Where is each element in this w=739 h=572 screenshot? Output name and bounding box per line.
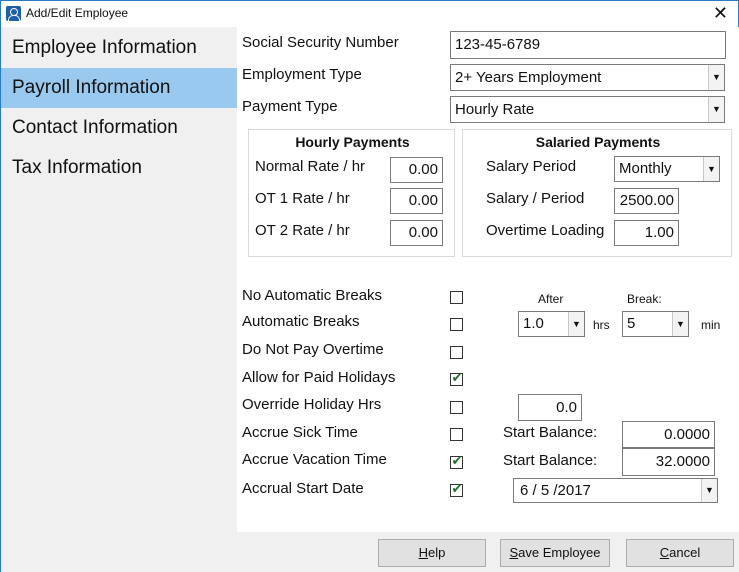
salaried-payments-title: Salaried Payments bbox=[535, 134, 661, 150]
payment-type-label: Payment Type bbox=[242, 98, 338, 115]
help-button[interactable]: Help bbox=[378, 539, 486, 567]
accrual-start-date-value: 6 / 5 /2017 bbox=[520, 482, 591, 499]
sidebar: Employee Information Payroll Information… bbox=[1, 27, 237, 572]
after-label: After bbox=[538, 292, 564, 306]
check-icon: ✔ bbox=[451, 453, 463, 468]
save-button-mnemonic: S bbox=[509, 545, 519, 560]
chevron-down-icon[interactable]: ▼ bbox=[708, 65, 724, 90]
add-edit-employee-window: Add/Edit Employee ✕ Employee Information… bbox=[0, 0, 739, 572]
override-holiday-hrs-checkbox[interactable] bbox=[450, 401, 463, 414]
break-after-value: 1.0 bbox=[523, 315, 544, 332]
check-icon: ✔ bbox=[451, 370, 463, 385]
salary-per-period-label: Salary / Period bbox=[486, 190, 585, 207]
vacation-start-balance-label: Start Balance: bbox=[503, 452, 598, 469]
hrs-label: hrs bbox=[593, 318, 610, 332]
ot2-rate-label: OT 2 Rate / hr bbox=[255, 222, 350, 239]
payment-type-value: Hourly Rate bbox=[455, 101, 535, 118]
accrual-start-date-picker[interactable]: 6 / 5 /2017 ▼ bbox=[513, 478, 718, 503]
title-bar: Add/Edit Employee ✕ bbox=[1, 1, 738, 27]
sick-start-balance-label: Start Balance: bbox=[503, 424, 598, 441]
save-employee-button[interactable]: Save Employee bbox=[500, 539, 610, 567]
employment-type-label: Employment Type bbox=[242, 66, 362, 83]
holiday-hrs-field[interactable]: 0.0 bbox=[518, 394, 582, 421]
salary-period-label: Salary Period bbox=[486, 158, 577, 175]
cancel-button-mnemonic: C bbox=[659, 545, 670, 560]
salaried-payments-group: Salaried Payments Salary Period Monthly … bbox=[462, 129, 732, 257]
normal-rate-field[interactable]: 0.00 bbox=[390, 157, 443, 183]
ssn-field[interactable]: 123-45-6789 bbox=[450, 31, 726, 59]
override-holiday-hrs-label: Override Holiday Hrs bbox=[242, 396, 382, 413]
chevron-down-icon[interactable]: ▼ bbox=[703, 157, 719, 181]
check-icon: ✔ bbox=[451, 481, 463, 496]
employment-type-value: 2+ Years Employment bbox=[455, 69, 602, 86]
sick-start-balance-field[interactable]: 0.0000 bbox=[622, 421, 715, 448]
chevron-down-icon[interactable]: ▼ bbox=[708, 97, 724, 122]
overtime-loading-field[interactable]: 1.00 bbox=[614, 220, 679, 246]
salary-period-select[interactable]: Monthly ▼ bbox=[614, 156, 720, 182]
normal-rate-label: Normal Rate / hr bbox=[255, 158, 366, 175]
break-after-select[interactable]: 1.0 ▼ bbox=[518, 311, 585, 337]
automatic-breaks-label: Automatic Breaks bbox=[242, 313, 360, 330]
salary-per-period-field[interactable]: 2500.00 bbox=[614, 188, 679, 214]
hourly-payments-title: Hourly Payments bbox=[295, 134, 410, 150]
payroll-panel: Social Security Number 123-45-6789 Emplo… bbox=[237, 27, 739, 532]
allow-paid-holidays-label: Allow for Paid Holidays bbox=[242, 369, 396, 386]
do-not-pay-overtime-label: Do Not Pay Overtime bbox=[242, 341, 384, 358]
sidebar-item-contact-information[interactable]: Contact Information bbox=[1, 108, 237, 148]
break-label: Break: bbox=[627, 292, 662, 306]
ssn-label: Social Security Number bbox=[242, 34, 399, 51]
min-label: min bbox=[701, 318, 721, 332]
sidebar-item-tax-information[interactable]: Tax Information bbox=[1, 148, 237, 188]
accrual-start-date-checkbox[interactable]: ✔ bbox=[450, 481, 463, 497]
ot1-rate-label: OT 1 Rate / hr bbox=[255, 190, 350, 207]
chevron-down-icon[interactable]: ▼ bbox=[568, 312, 584, 336]
ot2-rate-field[interactable]: 0.00 bbox=[390, 220, 443, 246]
no-automatic-breaks-checkbox[interactable] bbox=[450, 291, 463, 304]
cancel-button-label: ancel bbox=[669, 545, 701, 560]
calendar-dropdown-icon[interactable]: ▼ bbox=[701, 479, 717, 502]
accrue-sick-time-checkbox[interactable] bbox=[450, 428, 463, 441]
window-title: Add/Edit Employee bbox=[26, 6, 129, 20]
overtime-loading-label: Overtime Loading bbox=[486, 222, 605, 239]
help-button-label: elp bbox=[428, 545, 446, 560]
sidebar-item-payroll-information[interactable]: Payroll Information bbox=[1, 68, 237, 108]
vacation-start-balance-field[interactable]: 32.0000 bbox=[622, 448, 715, 476]
break-length-value: 5 bbox=[627, 315, 636, 332]
hourly-payments-group: Hourly Payments Normal Rate / hr 0.00 OT… bbox=[248, 129, 455, 257]
salary-period-value: Monthly bbox=[619, 160, 672, 177]
accrue-sick-time-label: Accrue Sick Time bbox=[242, 424, 358, 441]
help-button-mnemonic: H bbox=[418, 545, 429, 560]
no-automatic-breaks-label: No Automatic Breaks bbox=[242, 287, 383, 304]
automatic-breaks-checkbox[interactable] bbox=[450, 318, 463, 331]
accrue-vacation-time-checkbox[interactable]: ✔ bbox=[450, 453, 463, 469]
employment-type-select[interactable]: 2+ Years Employment ▼ bbox=[450, 64, 725, 91]
user-icon bbox=[6, 6, 21, 21]
accrual-start-date-label: Accrual Start Date bbox=[242, 480, 364, 497]
payment-type-select[interactable]: Hourly Rate ▼ bbox=[450, 96, 725, 123]
chevron-down-icon[interactable]: ▼ bbox=[672, 312, 688, 336]
allow-paid-holidays-checkbox[interactable]: ✔ bbox=[450, 370, 463, 386]
cancel-button[interactable]: Cancel bbox=[626, 539, 734, 567]
break-length-select[interactable]: 5 ▼ bbox=[622, 311, 689, 337]
accrue-vacation-time-label: Accrue Vacation Time bbox=[242, 451, 387, 468]
save-button-label: ave Employee bbox=[518, 545, 601, 560]
do-not-pay-overtime-checkbox[interactable] bbox=[450, 346, 463, 359]
button-bar: Help Save Employee Cancel bbox=[237, 532, 739, 572]
ot1-rate-field[interactable]: 0.00 bbox=[390, 188, 443, 214]
close-icon[interactable]: ✕ bbox=[713, 3, 728, 23]
sidebar-item-employee-information[interactable]: Employee Information bbox=[1, 28, 237, 68]
